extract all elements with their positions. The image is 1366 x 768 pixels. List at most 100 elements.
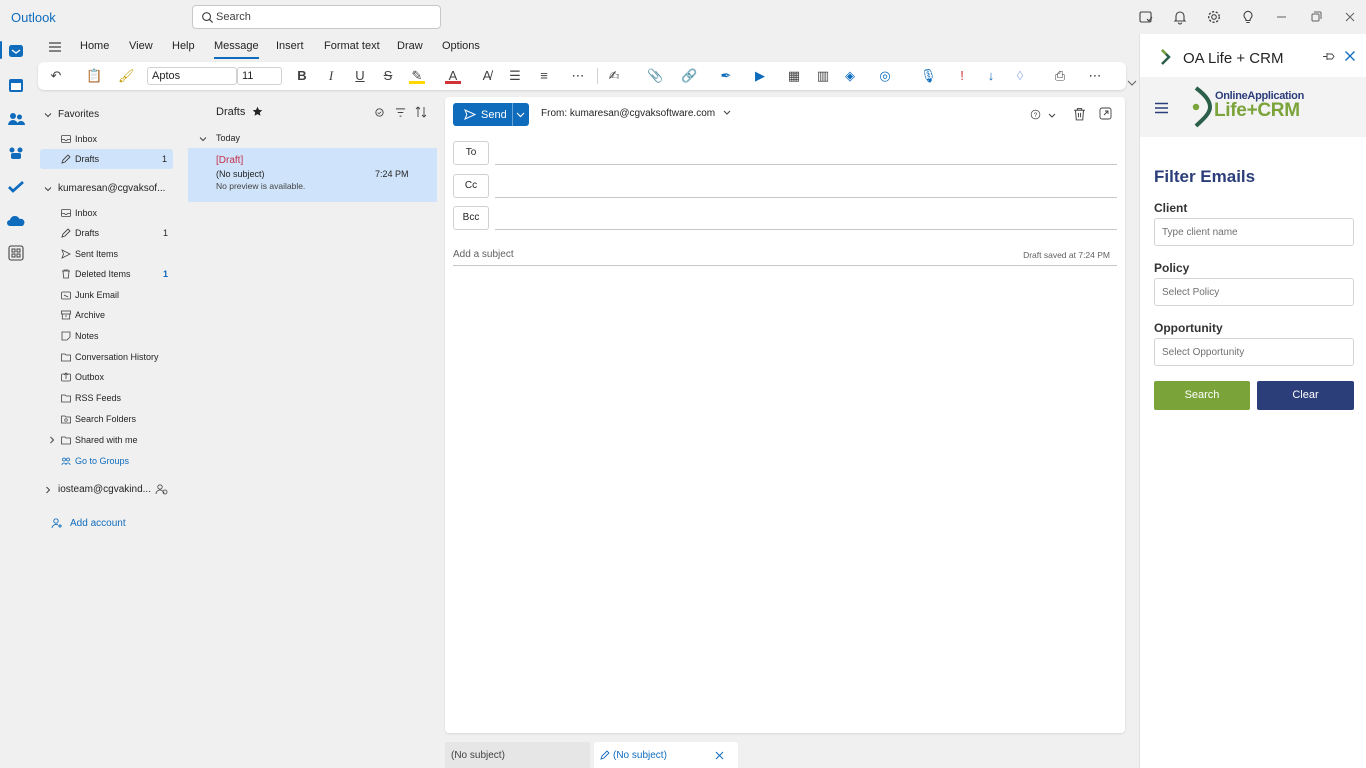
menu-insert[interactable]: Insert (276, 40, 304, 52)
mail-icon[interactable] (6, 41, 26, 61)
underline-icon[interactable]: U (352, 68, 368, 84)
client-input[interactable]: Type client name (1154, 218, 1354, 246)
folder-rss-feeds[interactable]: RSS Feeds (32, 388, 187, 408)
folder-sent-items[interactable]: Sent Items (32, 244, 187, 264)
chevron-down-icon[interactable] (516, 111, 525, 119)
italic-icon[interactable]: I (323, 68, 339, 84)
hamburger-icon[interactable] (1154, 102, 1169, 114)
menu-home[interactable]: Home (80, 40, 109, 52)
policy-select[interactable]: Select Policy (1154, 278, 1354, 306)
search-button[interactable]: Search (1154, 381, 1250, 410)
link-icon[interactable]: 🔗 (681, 68, 697, 84)
signature-icon[interactable]: ✒ (718, 68, 734, 84)
folder-drafts[interactable]: Drafts 1 (32, 223, 187, 243)
groups-icon[interactable] (6, 143, 26, 163)
expand-ribbon-chevron-icon[interactable] (1127, 79, 1137, 87)
chart-icon[interactable]: ▥ (815, 68, 831, 84)
lightbulb-icon[interactable] (1240, 9, 1256, 25)
from-selector[interactable]: From: kumaresan@cgvaksoftware.com (541, 108, 731, 119)
sensitivity-icon[interactable]: ◊ (1012, 68, 1028, 84)
to-field[interactable] (495, 164, 1117, 165)
undo-icon[interactable]: ↶ (48, 68, 64, 84)
favorite-item-inbox[interactable]: Inbox (32, 129, 187, 149)
more-apps-icon[interactable] (6, 243, 26, 263)
hamburger-icon[interactable] (48, 41, 62, 53)
todo-icon[interactable] (6, 177, 26, 197)
more-options-icon[interactable]: ⋯ (1087, 68, 1103, 84)
folder-junk-email[interactable]: Junk Email (32, 285, 187, 305)
folder-shared-with-me[interactable]: Shared with me (32, 430, 187, 450)
attach-icon[interactable]: 📎 (647, 68, 663, 84)
favorites-header[interactable]: Favorites (32, 106, 182, 126)
bell-icon[interactable] (1172, 9, 1188, 25)
menu-help[interactable]: Help (172, 40, 195, 52)
subject-field[interactable]: Add a subject Draft saved at 7:24 PM (453, 247, 1117, 266)
minimize-icon[interactable] (1274, 9, 1290, 25)
folder-search-folders[interactable]: Search Folders (32, 409, 187, 429)
high-importance-icon[interactable]: ! (954, 68, 970, 84)
bcc-field[interactable] (495, 229, 1117, 230)
chevron-down-icon[interactable] (1048, 112, 1056, 119)
format-painter-icon[interactable]: 🖌 (118, 68, 135, 84)
onedrive-icon[interactable] (6, 211, 26, 231)
menu-draw[interactable]: Draw (397, 40, 423, 52)
go-to-groups-link[interactable]: Go to Groups (32, 451, 187, 471)
pin-icon[interactable] (1322, 51, 1335, 62)
help-icon[interactable]: ? (1030, 109, 1041, 120)
highlight-icon[interactable]: ✎ (409, 68, 425, 84)
cc-field[interactable] (495, 197, 1117, 198)
close-icon[interactable] (1344, 50, 1356, 62)
restore-icon[interactable] (1308, 9, 1324, 25)
meet-now-icon[interactable] (1138, 9, 1154, 25)
folder-inbox[interactable]: Inbox (32, 203, 187, 223)
group-header-today[interactable]: Today (188, 130, 437, 148)
folder-conversation-history[interactable]: Conversation History (32, 347, 187, 367)
select-icon[interactable] (374, 107, 385, 118)
close-icon[interactable] (1342, 9, 1358, 25)
font-color-icon[interactable]: A (445, 68, 461, 84)
low-importance-icon[interactable]: ↓ (983, 68, 999, 84)
apps-icon[interactable]: ◈ (842, 68, 858, 84)
star-icon[interactable] (252, 106, 263, 117)
cc-button[interactable]: Cc (453, 174, 489, 198)
search-input[interactable]: Search (192, 5, 441, 29)
add-account-button[interactable]: Add account (32, 514, 182, 534)
teams-meeting-icon[interactable]: ▶ (752, 68, 768, 84)
font-size-select[interactable]: 11 (237, 67, 282, 85)
account-header[interactable]: kumaresan@cgvaksof... (32, 180, 182, 200)
folder-archive[interactable]: Archive (32, 305, 187, 325)
folder-deleted-items[interactable]: Deleted Items 1 (32, 264, 187, 284)
more-format-icon[interactable]: ⋯ (570, 68, 586, 84)
trash-icon[interactable] (1073, 107, 1086, 121)
copilot-icon[interactable]: ◎ (877, 68, 893, 84)
folder-outbox[interactable]: Outbox (32, 367, 187, 387)
dictate-icon[interactable]: 🎙 (920, 68, 937, 84)
clear-format-icon[interactable]: A̸ (479, 68, 495, 84)
font-family-select[interactable]: Aptos (147, 67, 237, 85)
account2-header[interactable]: iosteam@cgvakind... (32, 480, 182, 500)
table-icon[interactable]: ▦ (786, 68, 802, 84)
to-button[interactable]: To (453, 141, 489, 165)
tab-draft-2[interactable]: (No subject) (594, 742, 738, 768)
people-icon[interactable] (6, 109, 26, 129)
menu-view[interactable]: View (129, 40, 153, 52)
menu-options[interactable]: Options (442, 40, 480, 52)
gear-icon[interactable] (1206, 9, 1222, 25)
favorite-item-drafts[interactable]: Drafts 1 (40, 149, 173, 169)
sort-icon[interactable] (415, 106, 427, 118)
bullets-icon[interactable]: ☰ (507, 68, 523, 84)
pop-out-icon[interactable] (1099, 107, 1112, 120)
paste-icon[interactable]: 📋 (86, 68, 102, 84)
print-icon[interactable]: ⎙ (1052, 68, 1068, 84)
clear-button[interactable]: Clear (1257, 381, 1354, 410)
tab-draft-1[interactable]: (No subject) (445, 742, 590, 768)
opportunity-select[interactable]: Select Opportunity (1154, 338, 1354, 366)
editor-icon[interactable]: ✍ (606, 68, 622, 84)
filter-icon[interactable] (395, 107, 406, 118)
menu-message[interactable]: Message (214, 40, 259, 59)
list-item[interactable]: [Draft] (No subject) 7:24 PM No preview … (188, 148, 437, 202)
message-body[interactable] (453, 272, 1117, 727)
line-spacing-icon[interactable]: ≡ (536, 68, 552, 84)
send-button[interactable]: Send (453, 103, 511, 126)
bcc-button[interactable]: Bcc (453, 206, 489, 230)
